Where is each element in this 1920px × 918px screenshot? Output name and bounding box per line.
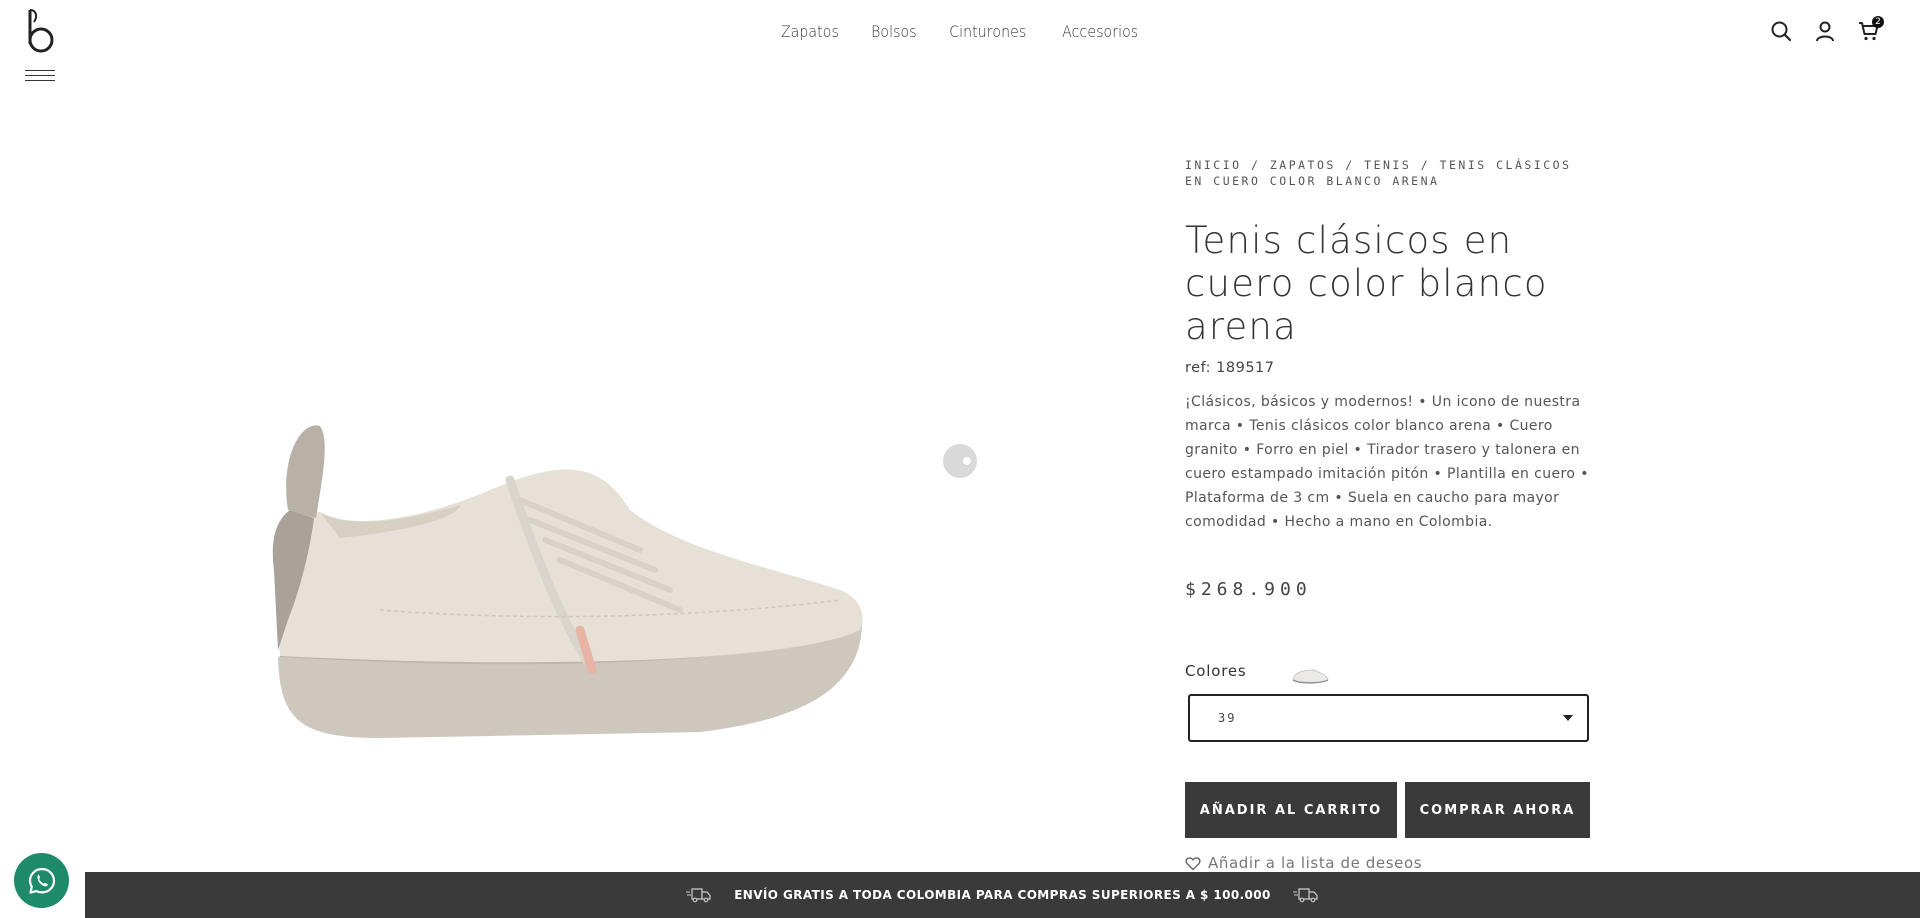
wishlist-label: Añadir a la lista de deseos bbox=[1208, 854, 1423, 872]
breadcrumb: Inicio / Zapatos / Tenis / Tenis clásico… bbox=[1185, 158, 1572, 188]
main-nav: Zapatos Bolsos Cinturones Accesorios bbox=[0, 22, 1920, 41]
buy-now-button[interactable]: COMPRAR AHORA bbox=[1405, 782, 1590, 838]
cart-count-badge: 2 bbox=[1872, 16, 1884, 28]
heart-icon bbox=[1185, 856, 1201, 870]
breadcrumb-tenis[interactable]: Tenis bbox=[1364, 158, 1411, 172]
chevron-down-icon bbox=[1563, 715, 1573, 721]
whatsapp-button[interactable] bbox=[14, 853, 69, 908]
search-icon[interactable] bbox=[1770, 20, 1792, 42]
product-ref: ref: 189517 bbox=[1185, 360, 1275, 376]
nav-item-zapatos[interactable]: Zapatos bbox=[781, 22, 839, 41]
product-image[interactable] bbox=[260, 420, 870, 740]
add-to-cart-button[interactable]: AÑADIR AL CARRITO bbox=[1185, 782, 1397, 838]
product-description: ¡Clásicos, básicos y modernos! • Un icon… bbox=[1185, 394, 1589, 530]
free-shipping-text: ENVÍO GRATIS A TODA COLOMBIA PARA COMPRA… bbox=[734, 888, 1271, 902]
delivery-truck-icon bbox=[686, 888, 711, 903]
product-price: $268.900 bbox=[1185, 579, 1312, 600]
breadcrumb-inicio[interactable]: Inicio bbox=[1185, 158, 1242, 172]
user-account-icon[interactable] bbox=[1814, 20, 1836, 42]
colors-label: Colores bbox=[1185, 662, 1247, 680]
hamburger-menu-icon[interactable] bbox=[25, 70, 55, 84]
nav-item-cinturones[interactable]: Cinturones bbox=[950, 22, 1027, 41]
delivery-truck-icon bbox=[1292, 888, 1318, 903]
purchase-buttons: AÑADIR AL CARRITO COMPRAR AHORA bbox=[1185, 782, 1595, 838]
nav-item-bolsos[interactable]: Bolsos bbox=[871, 22, 917, 41]
add-to-wishlist-link[interactable]: Añadir a la lista de deseos bbox=[1185, 854, 1595, 872]
header-actions: 2 bbox=[1770, 16, 1884, 42]
product-title: Tenis clásicos en cuero color blanco are… bbox=[1185, 219, 1548, 348]
size-selected-value: 39 bbox=[1218, 711, 1237, 725]
color-swatch-thumbnail[interactable] bbox=[1290, 664, 1330, 686]
size-select[interactable]: 39 bbox=[1188, 694, 1589, 742]
product-details: Inicio / Zapatos / Tenis / Tenis clásico… bbox=[1185, 157, 1595, 872]
breadcrumb-zapatos[interactable]: Zapatos bbox=[1270, 158, 1336, 172]
site-header: Zapatos Bolsos Cinturones Accesorios 2 bbox=[0, 0, 1920, 90]
colors-row: Colores bbox=[1185, 656, 1595, 686]
whatsapp-icon bbox=[28, 867, 55, 894]
nav-item-accesorios[interactable]: Accesorios bbox=[1062, 22, 1138, 41]
zoom-indicator[interactable] bbox=[943, 444, 977, 478]
free-shipping-banner: ENVÍO GRATIS A TODA COLOMBIA PARA COMPRA… bbox=[85, 872, 1920, 918]
shopping-cart-icon[interactable]: 2 bbox=[1858, 16, 1884, 42]
